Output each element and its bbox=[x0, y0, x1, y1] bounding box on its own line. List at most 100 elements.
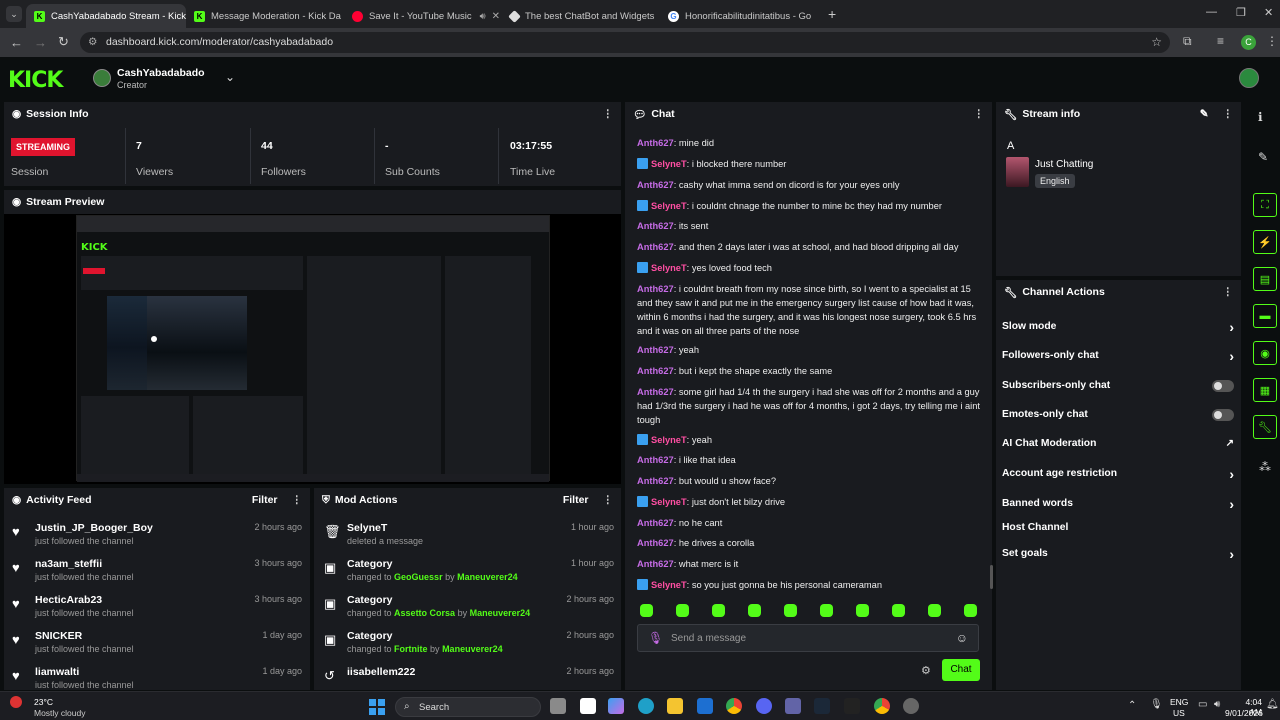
tab-kick-stream[interactable]: KCashYabadabado Stream - Kick✕ bbox=[26, 4, 186, 28]
activity-item[interactable]: ♥ na3am_steffii just followed the channel 3… bbox=[12, 558, 302, 594]
forward-icon[interactable]: → bbox=[34, 35, 47, 50]
chat-username[interactable]: SelyneT bbox=[651, 580, 687, 590]
volume-icon[interactable]: 🔊︎ bbox=[1214, 699, 1220, 710]
chat-username[interactable]: SelyneT bbox=[651, 497, 687, 507]
close-window-icon[interactable]: ✕ bbox=[1264, 6, 1273, 19]
bookmark-star-icon[interactable]: ☆ bbox=[1151, 32, 1162, 53]
activity-item[interactable]: ♥ Justin_JP_Booger_Boy just followed the c… bbox=[12, 522, 302, 558]
reload-icon[interactable]: ↻ bbox=[58, 34, 69, 50]
tab-chatbot[interactable]: The best ChatBot and Widgets✕ bbox=[502, 4, 660, 28]
microphone-icon[interactable]: 🎙︎ bbox=[648, 631, 663, 645]
emote-9-icon[interactable] bbox=[928, 604, 941, 617]
activity-item[interactable]: ♥ liamwalti just followed the channel 1 day… bbox=[12, 666, 302, 688]
minimize-icon[interactable]: — bbox=[1206, 6, 1217, 18]
chat-username[interactable]: Anth627 bbox=[637, 180, 674, 190]
moderator-link[interactable]: Maneuverer24 bbox=[470, 608, 531, 618]
toggle-switch[interactable] bbox=[1212, 380, 1234, 392]
chat-scrollbar[interactable] bbox=[990, 565, 993, 589]
activity-user[interactable]: SNICKER bbox=[35, 630, 82, 642]
activity-item[interactable]: ♥ HecticArab23 just followed the channel 3 … bbox=[12, 594, 302, 630]
wrench-tool-icon[interactable]: 🔧︎ bbox=[1253, 415, 1277, 439]
more-icon[interactable]: ⋮ bbox=[1223, 286, 1234, 298]
weather-desc[interactable]: Mostly cloudy bbox=[34, 708, 86, 718]
chat-username[interactable]: Anth627 bbox=[637, 476, 674, 486]
channel-action-followers-only-chat[interactable]: Followers-only chat › bbox=[1002, 348, 1234, 366]
stream-category[interactable]: Just Chatting bbox=[1035, 159, 1093, 170]
tab-search-icon[interactable]: ⌄ bbox=[6, 6, 22, 22]
channel-action-slow-mode[interactable]: Slow mode › bbox=[1002, 319, 1234, 337]
task-view-icon[interactable] bbox=[550, 698, 566, 714]
mic-tray-icon[interactable]: 🎙︎ bbox=[1150, 699, 1163, 710]
pencil-icon[interactable]: ✎ bbox=[1258, 150, 1268, 164]
emote-4-icon[interactable] bbox=[748, 604, 761, 617]
chat-settings-gear-icon[interactable]: ⚙ bbox=[921, 664, 931, 677]
info-icon[interactable]: ℹ bbox=[1258, 110, 1263, 124]
clock-date[interactable]: 9/01/2026 bbox=[1225, 708, 1263, 718]
teams-icon[interactable] bbox=[785, 698, 801, 714]
category-thumbnail[interactable] bbox=[1006, 157, 1029, 187]
external-link-icon[interactable]: ↗ bbox=[1226, 438, 1234, 449]
category-link[interactable]: Assetto Corsa bbox=[394, 608, 455, 618]
channel-action-account-age-restriction[interactable]: Account age restriction › bbox=[1002, 466, 1234, 484]
channel-avatar[interactable] bbox=[93, 69, 111, 87]
activity-user[interactable]: Justin_JP_Booger_Boy bbox=[35, 522, 153, 534]
tab-message-moderation[interactable]: KMessage Moderation - Kick Da✕ bbox=[186, 4, 344, 28]
profile-avatar-icon[interactable]: C bbox=[1241, 35, 1256, 50]
emote-6-icon[interactable] bbox=[820, 604, 833, 617]
activity-user[interactable]: na3am_steffii bbox=[35, 558, 102, 570]
windows-start-icon[interactable] bbox=[369, 699, 385, 715]
chat-username[interactable]: Anth627 bbox=[637, 138, 674, 148]
chat-username[interactable]: Anth627 bbox=[637, 518, 674, 528]
stream-preview-video[interactable]: KICK bbox=[76, 215, 550, 482]
chevron-right-icon[interactable]: › bbox=[1229, 348, 1234, 364]
emoji-icon[interactable]: ☺ bbox=[956, 631, 968, 645]
close-tab-icon[interactable]: ✕ bbox=[811, 11, 818, 22]
more-icon[interactable]: ⋮ bbox=[1223, 108, 1234, 120]
new-tab-icon[interactable]: + bbox=[828, 6, 836, 22]
clip-icon[interactable]: ⛶ bbox=[1253, 193, 1277, 217]
channel-action-ai-chat-moderation[interactable]: AI Chat Moderation ↗ bbox=[1002, 438, 1234, 454]
site-info-icon[interactable]: ⚙ bbox=[88, 32, 97, 53]
category-link[interactable]: GeoGuessr bbox=[394, 572, 443, 582]
notifications-icon[interactable]: 🔔︎ bbox=[1266, 699, 1279, 710]
network-icon[interactable]: ▭ bbox=[1198, 699, 1207, 710]
kick-logo[interactable]: KICK bbox=[8, 68, 63, 93]
chevron-right-icon[interactable]: › bbox=[1229, 546, 1234, 562]
media-icon[interactable]: ≡ bbox=[1217, 34, 1224, 48]
chat-username[interactable]: Anth627 bbox=[637, 366, 674, 376]
chat-username[interactable]: Anth627 bbox=[637, 538, 674, 548]
tab-youtube-music[interactable]: Save It - YouTube Music 🔊︎ ✕ bbox=[344, 4, 502, 28]
url-input[interactable]: ⚙ dashboard.kick.com/moderator/cashyabada… bbox=[80, 32, 1170, 53]
channel-action-host-channel[interactable]: Host Channel bbox=[1002, 522, 1234, 538]
steam-icon[interactable] bbox=[814, 698, 830, 714]
mod-action-item[interactable]: 🗑︎ SelyneT deleted a message 1 hour ago bbox=[324, 522, 614, 558]
more-icon[interactable]: ⋮ bbox=[974, 108, 985, 120]
mod-action-item[interactable]: ▣ Category changed to GeoGuessr by Maneuve… bbox=[324, 558, 614, 594]
back-icon[interactable]: ← bbox=[10, 35, 23, 50]
emote-3-icon[interactable] bbox=[712, 604, 725, 617]
channel-action-set-goals[interactable]: Set goals › bbox=[1002, 546, 1234, 564]
emote-2-icon[interactable] bbox=[676, 604, 689, 617]
mod-action-item[interactable]: ▣ Category changed to Fortnite by Maneuver… bbox=[324, 630, 614, 666]
chat-username[interactable]: Anth627 bbox=[637, 221, 674, 231]
chat-username[interactable]: SelyneT bbox=[651, 159, 687, 169]
chat-username[interactable]: Anth627 bbox=[637, 242, 674, 252]
chat-username[interactable]: Anth627 bbox=[637, 559, 674, 569]
lightning-icon[interactable]: ⚡ bbox=[1253, 230, 1277, 254]
emote-8-icon[interactable] bbox=[892, 604, 905, 617]
emote-1-icon[interactable] bbox=[640, 604, 653, 617]
browser-menu-icon[interactable]: ⋮ bbox=[1266, 34, 1278, 48]
chat-username[interactable]: Anth627 bbox=[637, 387, 674, 397]
edit-pencil-icon[interactable]: ✎ bbox=[1200, 108, 1209, 120]
chat-username[interactable]: SelyneT bbox=[651, 435, 687, 445]
mod-action-item[interactable]: ▣ Category changed to Assetto Corsa by Man… bbox=[324, 594, 614, 630]
more-icon[interactable]: ⋮ bbox=[603, 494, 614, 506]
close-tab-icon[interactable]: ✕ bbox=[486, 11, 500, 22]
broadcast-tool-icon[interactable]: ◉ bbox=[1253, 341, 1277, 365]
outlook-icon[interactable] bbox=[697, 698, 713, 714]
chat-username[interactable]: SelyneT bbox=[651, 201, 687, 211]
send-chat-button[interactable]: Chat bbox=[942, 659, 980, 681]
terminal-icon[interactable] bbox=[844, 698, 860, 714]
emote-7-icon[interactable] bbox=[856, 604, 869, 617]
activity-user[interactable]: HecticArab23 bbox=[35, 594, 102, 606]
